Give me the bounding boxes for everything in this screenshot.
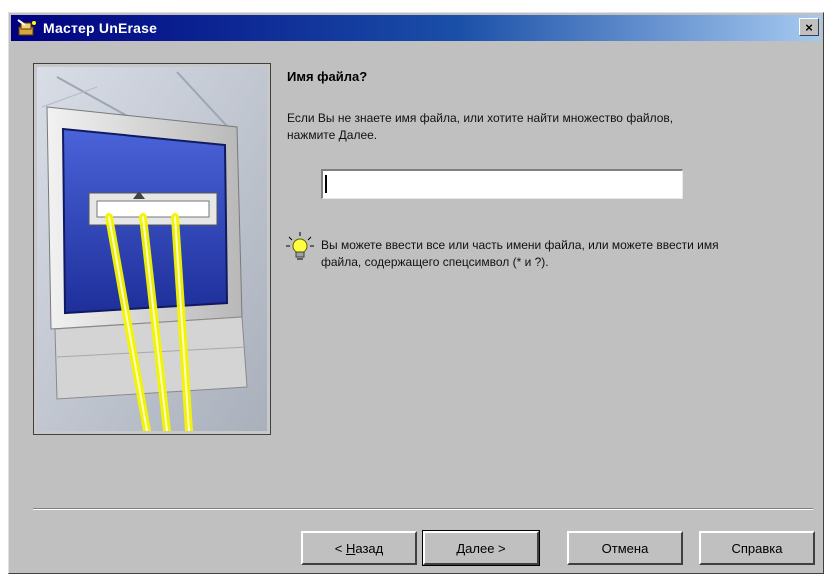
title-bar[interactable]: Мастер UnErase × bbox=[11, 15, 821, 41]
next-button[interactable]: Далее > bbox=[422, 530, 540, 566]
close-icon[interactable]: × bbox=[799, 18, 819, 36]
wizard-dialog: Мастер UnErase × Имя файла? Если Вы не з… bbox=[8, 12, 824, 574]
cancel-button[interactable]: Отмена bbox=[567, 531, 683, 565]
text-caret bbox=[325, 175, 327, 193]
help-button-label: Справка bbox=[731, 540, 783, 556]
filename-input[interactable] bbox=[321, 169, 683, 199]
cancel-button-label: Отмена bbox=[601, 540, 649, 556]
help-button[interactable]: Справка bbox=[699, 531, 815, 565]
wizard-app-icon bbox=[17, 19, 39, 37]
back-button[interactable]: < Назад bbox=[301, 531, 417, 565]
description-text: Если Вы не знаете имя файла, или хотите … bbox=[287, 111, 674, 142]
back-button-prefix: < bbox=[334, 540, 346, 556]
window-title: Мастер UnErase bbox=[43, 20, 158, 36]
separator bbox=[33, 508, 813, 510]
back-button-label: азад bbox=[355, 540, 384, 556]
page-title: Имя файла? bbox=[287, 69, 368, 84]
back-button-mnemonic: Н bbox=[345, 540, 356, 556]
lightbulb-icon bbox=[286, 231, 314, 261]
tip-text: Вы можете ввести все или часть имени фай… bbox=[321, 238, 719, 269]
computer-monitor-illustration bbox=[33, 63, 271, 435]
next-button-label: Далее > bbox=[456, 540, 506, 556]
